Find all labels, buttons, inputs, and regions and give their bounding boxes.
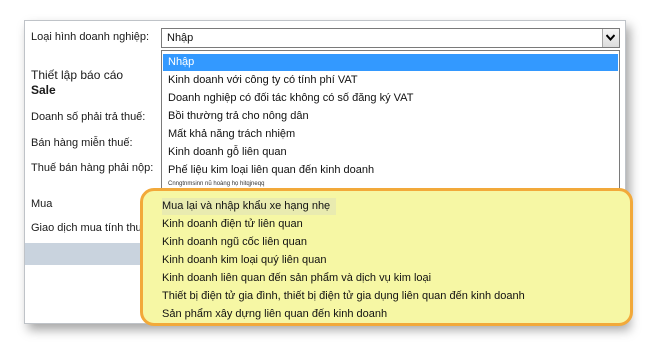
field-label: Mua xyxy=(31,198,53,210)
highlighted-option[interactable]: Kinh doanh điện tử liên quan xyxy=(162,216,303,233)
section-subtitle: Sale xyxy=(31,83,56,97)
dropdown-option[interactable]: Mất khả năng trách nhiệm xyxy=(163,126,618,143)
field-label: Thuế bán hàng phải nộp: xyxy=(31,162,154,174)
field-label: Giao dịch mua tính thuế: xyxy=(31,222,151,234)
dropdown-option[interactable]: Kinh doanh với công ty có tính phí VAT xyxy=(163,72,618,89)
section-title: Thiết lập báo cáo xyxy=(31,68,124,82)
field-label: Bán hàng miễn thuế: xyxy=(31,137,133,149)
highlighted-option[interactable]: Kinh doanh liên quan đến sản phẩm và dịc… xyxy=(162,270,431,287)
dropdown-option[interactable]: Kinh doanh gỗ liên quan xyxy=(163,144,618,161)
business-type-select[interactable]: Nhập xyxy=(161,28,620,48)
chevron-down-icon xyxy=(606,34,615,41)
highlighted-option[interactable]: Kinh doanh ngũ cốc liên quan xyxy=(162,234,307,251)
business-type-label: Loại hình doanh nghiệp: xyxy=(31,31,150,43)
highlighted-option[interactable]: Sản phẩm xây dựng liên quan đến kinh doa… xyxy=(162,306,387,323)
highlighted-option[interactable]: Thiết bị điện tử gia đình, thiết bị điện… xyxy=(162,288,525,305)
dropdown-option[interactable]: Nhập xyxy=(163,54,618,71)
field-label: Doanh số phải trả thuế: xyxy=(31,111,146,123)
dropdown-option[interactable]: Phế liệu kim loại liên quan đến kinh doa… xyxy=(163,162,618,179)
select-value: Nhập xyxy=(167,32,194,44)
dropdown-option[interactable]: Bồi thường trả cho nông dân xyxy=(163,108,618,125)
dropdown-option[interactable]: Doanh nghiệp có đối tác không có số đăng… xyxy=(163,90,618,107)
highlighted-option[interactable]: Mua lại và nhập khẩu xe hạng nhẹ xyxy=(162,198,337,215)
dropdown-button[interactable] xyxy=(602,29,619,47)
highlighted-option[interactable]: Kinh doanh kim loại quý liên quan xyxy=(162,252,327,269)
